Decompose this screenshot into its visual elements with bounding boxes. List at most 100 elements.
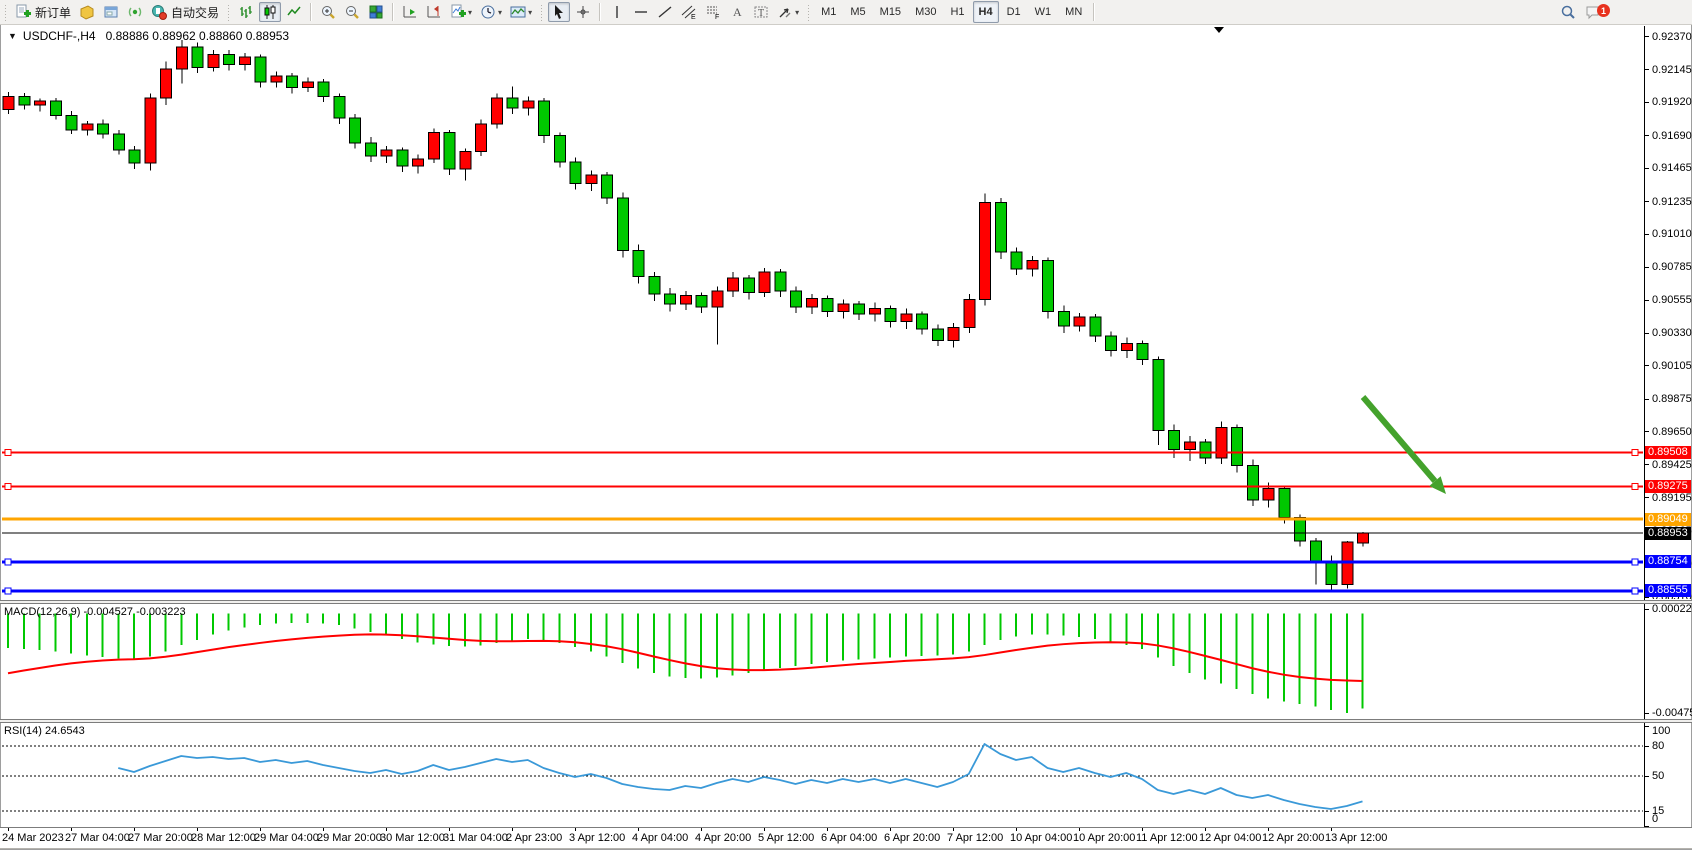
- auto-trading-button[interactable]: 自动交易: [148, 2, 222, 22]
- price-tick: [1645, 267, 1649, 268]
- timeframe-h4[interactable]: H4: [973, 1, 999, 23]
- timeframe-m30[interactable]: M30: [909, 1, 942, 23]
- date-tick: [1205, 828, 1206, 831]
- timeframe-m1[interactable]: M1: [815, 1, 842, 23]
- timeframe-mn[interactable]: MN: [1059, 1, 1088, 23]
- vertical-line-button[interactable]: [606, 2, 628, 22]
- main-toolbar: 新订单 自动交易 ▾ ▾: [0, 0, 1692, 25]
- trend-arrow-annotation[interactable]: [1363, 397, 1446, 494]
- rsi-tick: [1645, 726, 1649, 727]
- templates-button[interactable]: ▾: [507, 2, 535, 22]
- line-handle[interactable]: [5, 483, 11, 489]
- crosshair-button[interactable]: [572, 2, 594, 22]
- chart-shift-button[interactable]: [423, 2, 445, 22]
- auto-trading-icon: [151, 4, 167, 20]
- macd-pane[interactable]: [2, 604, 1643, 719]
- timeframe-m15[interactable]: M15: [874, 1, 907, 23]
- zoom-out-button[interactable]: [341, 2, 363, 22]
- timeframe-h1[interactable]: H1: [944, 1, 970, 23]
- hline-price-label: 0.89049: [1645, 513, 1691, 526]
- chart-menu-arrow-icon[interactable]: ▼: [8, 31, 17, 41]
- line-handle[interactable]: [5, 588, 11, 594]
- price-tick-label: 0.90330: [1652, 327, 1692, 339]
- timeframe-d1[interactable]: D1: [1001, 1, 1027, 23]
- hline-price-label: 0.88953: [1645, 527, 1691, 540]
- pane-splitter[interactable]: [0, 719, 1692, 723]
- hline-price-label: 0.88754: [1645, 555, 1691, 568]
- equidistant-channel-icon: E: [681, 4, 697, 20]
- line-handle[interactable]: [1632, 559, 1638, 565]
- toolbar-grip[interactable]: [226, 3, 231, 21]
- chart-symbol-period: USDCHF-,H4: [23, 29, 96, 43]
- toolbar-grip[interactable]: [539, 3, 544, 21]
- price-chart-pane[interactable]: [2, 26, 1643, 599]
- chart-shift-marker[interactable]: [1214, 27, 1224, 33]
- indicators-button[interactable]: ▾: [447, 2, 475, 22]
- pane-splitter[interactable]: [0, 600, 1692, 604]
- periods-button[interactable]: ▾: [477, 2, 505, 22]
- candlestick-chart-button[interactable]: [259, 2, 281, 22]
- horizontal-line-button[interactable]: [630, 2, 652, 22]
- tile-windows-button[interactable]: [365, 2, 387, 22]
- chart-ohlc-values: 0.88886 0.88962 0.88860 0.88953: [106, 29, 290, 43]
- timeframe-m5[interactable]: M5: [844, 1, 871, 23]
- date-label: 29 Mar 04:00: [254, 832, 319, 844]
- price-tick-label: 0.92370: [1652, 31, 1692, 43]
- toolbar-grip[interactable]: [3, 3, 8, 21]
- date-label: 29 Mar 20:00: [317, 832, 382, 844]
- pane-border: [0, 827, 1692, 828]
- new-order-icon: [15, 4, 31, 20]
- chart-profiles-icon: [79, 4, 95, 20]
- toolbar-grip[interactable]: [806, 3, 811, 21]
- new-order-label: 新订单: [35, 4, 71, 21]
- price-tick-label: 0.90105: [1652, 360, 1692, 372]
- date-label: 7 Apr 12:00: [947, 832, 1003, 844]
- crosshair-icon: [575, 4, 591, 20]
- line-chart-icon: [286, 4, 302, 20]
- date-axis: 24 Mar 202327 Mar 04:0027 Mar 20:0028 Ma…: [0, 828, 1692, 848]
- arrow-objects-icon: [777, 4, 793, 20]
- vertical-line-icon: [609, 4, 625, 20]
- line-chart-button[interactable]: [283, 2, 305, 22]
- text-button[interactable]: A: [726, 2, 748, 22]
- notifications-button[interactable]: 1: [1582, 2, 1606, 22]
- terminal-button[interactable]: [100, 2, 122, 22]
- chart-shift-icon: [426, 4, 442, 20]
- svg-text:F: F: [715, 14, 719, 20]
- fibonacci-button[interactable]: F: [702, 2, 724, 22]
- line-handle[interactable]: [5, 449, 11, 455]
- trendline-button[interactable]: [654, 2, 676, 22]
- timeframe-w1[interactable]: W1: [1029, 1, 1058, 23]
- date-label: 10 Apr 20:00: [1073, 832, 1135, 844]
- trendline-icon: [657, 4, 673, 20]
- hline-objects[interactable]: [2, 449, 1643, 593]
- cursor-button[interactable]: [548, 2, 570, 22]
- price-axis: 0.923700.921450.919200.916900.914650.912…: [1644, 26, 1692, 599]
- new-order-button[interactable]: 新订单: [12, 2, 74, 22]
- line-handle[interactable]: [1632, 588, 1638, 594]
- hline-price-label: 0.89508: [1645, 446, 1691, 459]
- price-tick-label: 0.91010: [1652, 228, 1692, 240]
- zoom-in-button[interactable]: [317, 2, 339, 22]
- text-label-button[interactable]: T: [750, 2, 772, 22]
- price-tick: [1645, 102, 1649, 103]
- line-handle[interactable]: [1632, 449, 1638, 455]
- line-handle[interactable]: [5, 559, 11, 565]
- text-label-icon: T: [753, 4, 769, 20]
- arrows-button[interactable]: ▾: [774, 2, 802, 22]
- toolbar-separator: [392, 3, 394, 21]
- date-tick: [638, 828, 639, 831]
- date-label: 6 Apr 04:00: [821, 832, 877, 844]
- bar-chart-button[interactable]: [235, 2, 257, 22]
- date-tick: [575, 828, 576, 831]
- rsi-pane[interactable]: [2, 723, 1643, 827]
- date-tick: [701, 828, 702, 831]
- chevron-down-icon: ▾: [795, 8, 799, 17]
- chart-profiles-button[interactable]: [76, 2, 98, 22]
- equidistant-channel-button[interactable]: E: [678, 2, 700, 22]
- search-button[interactable]: [1557, 2, 1579, 22]
- auto-scroll-button[interactable]: [399, 2, 421, 22]
- line-handle[interactable]: [1632, 483, 1638, 489]
- signals-button[interactable]: [124, 2, 146, 22]
- date-tick: [512, 828, 513, 831]
